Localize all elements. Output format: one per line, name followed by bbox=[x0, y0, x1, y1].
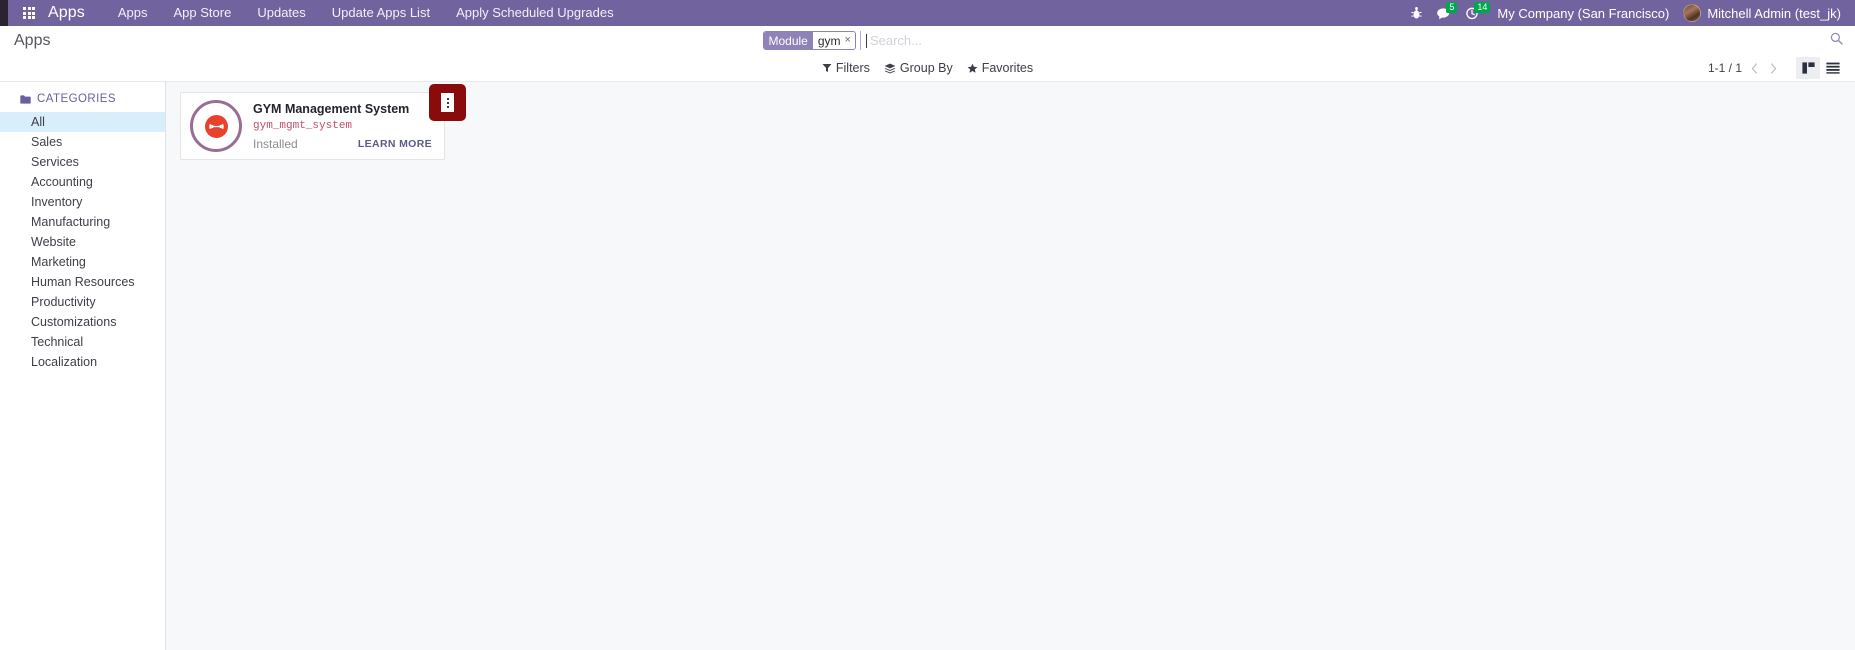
sidebar-section-label: CATEGORIES bbox=[37, 93, 117, 105]
favorites-label: Favorites bbox=[981, 61, 1034, 75]
page-title: Apps bbox=[14, 31, 51, 49]
facet-remove-icon[interactable]: × bbox=[845, 35, 851, 46]
dumbbell-app-icon bbox=[190, 100, 242, 152]
pager-previous-button[interactable] bbox=[1746, 58, 1763, 78]
search-view-container: Module gym × Search... bbox=[0, 30, 1855, 51]
filter-icon bbox=[822, 64, 832, 72]
facet-value-text: gym bbox=[817, 33, 841, 48]
menu-updates[interactable]: Updates bbox=[244, 0, 318, 26]
pager-next-button[interactable] bbox=[1765, 58, 1782, 78]
control-panel: Apps Module gym × Search... Filters Grou… bbox=[0, 26, 1855, 82]
control-panel-bottom-row: Filters Group By Favorites 1-1 / 1 bbox=[0, 55, 1855, 81]
folder-icon bbox=[20, 94, 31, 104]
sidebar: CATEGORIES All Sales Services Accounting… bbox=[0, 82, 166, 650]
page-body: CATEGORIES All Sales Services Accounting… bbox=[0, 82, 1855, 650]
sidebar-item-inventory[interactable]: Inventory bbox=[0, 192, 165, 212]
filters-label: Filters bbox=[835, 61, 870, 75]
search-facet-module[interactable]: Module gym × bbox=[762, 31, 856, 50]
sidebar-item-services[interactable]: Services bbox=[0, 152, 165, 172]
sidebar-item-accounting[interactable]: Accounting bbox=[0, 172, 165, 192]
dumbbell-icon bbox=[208, 123, 224, 129]
kanban-records: GYM Management System gym_mgmt_system In… bbox=[180, 84, 1855, 160]
kanban-view-icon bbox=[1801, 62, 1815, 74]
vertical-ellipsis-icon bbox=[441, 93, 454, 112]
sidebar-item-all[interactable]: All bbox=[0, 112, 165, 132]
activities-button[interactable]: 14 bbox=[1459, 0, 1491, 26]
sidebar-section-categories: CATEGORIES bbox=[0, 93, 165, 105]
star-icon bbox=[967, 63, 978, 73]
learn-more-link[interactable]: LEARN MORE bbox=[358, 138, 436, 150]
menu-apply-scheduled-upgrades[interactable]: Apply Scheduled Upgrades bbox=[443, 0, 627, 26]
debug-menu-button[interactable] bbox=[1403, 0, 1429, 26]
grid-icon bbox=[23, 7, 35, 19]
sidebar-item-productivity[interactable]: Productivity bbox=[0, 292, 165, 312]
search-dropdown-buttons: Filters Group By Favorites bbox=[0, 61, 1855, 75]
apps-menu-toggle[interactable] bbox=[14, 0, 44, 26]
chevron-right-icon bbox=[1770, 62, 1777, 74]
list-view-icon bbox=[1826, 62, 1840, 74]
search-toggle-button[interactable] bbox=[1830, 32, 1843, 50]
menu-update-apps-list[interactable]: Update Apps List bbox=[319, 0, 443, 26]
app-state: Installed bbox=[253, 137, 298, 151]
app-name: GYM Management System bbox=[253, 102, 410, 116]
sidebar-item-localization[interactable]: Localization bbox=[0, 352, 165, 372]
control-panel-right: 1-1 / 1 bbox=[1708, 57, 1845, 79]
sidebar-item-human-resources[interactable]: Human Resources bbox=[0, 272, 165, 292]
menu-apps[interactable]: Apps bbox=[105, 0, 161, 26]
app-icon-core bbox=[204, 114, 228, 138]
control-panel-top-row: Apps Module gym × Search... bbox=[0, 26, 1855, 55]
app-card[interactable]: GYM Management System gym_mgmt_system In… bbox=[180, 84, 466, 160]
search-input[interactable]: Search... bbox=[870, 33, 922, 48]
list-view-button[interactable] bbox=[1821, 57, 1845, 79]
user-menu[interactable]: Mitchell Admin (test_jk) bbox=[1681, 4, 1847, 22]
pager: 1-1 / 1 bbox=[1708, 58, 1782, 78]
app-card-menu-button[interactable] bbox=[429, 84, 466, 121]
messages-button[interactable]: 5 bbox=[1431, 0, 1458, 26]
group-by-label: Group By bbox=[899, 61, 953, 75]
search-input-area[interactable]: Search... bbox=[859, 31, 1093, 50]
sidebar-item-website[interactable]: Website bbox=[0, 232, 165, 252]
facet-value: gym × bbox=[812, 32, 855, 49]
top-navbar: Apps Apps App Store Updates Update Apps … bbox=[0, 0, 1855, 26]
user-menu-label: Mitchell Admin (test_jk) bbox=[1707, 5, 1841, 21]
messages-badge: 5 bbox=[1446, 2, 1458, 13]
kanban-content: GYM Management System gym_mgmt_system In… bbox=[166, 82, 1855, 650]
sidebar-item-sales[interactable]: Sales bbox=[0, 132, 165, 152]
view-switcher bbox=[1796, 57, 1845, 79]
app-info: GYM Management System gym_mgmt_system In… bbox=[245, 101, 436, 151]
activities-badge: 14 bbox=[1474, 2, 1491, 13]
app-technical-name: gym_mgmt_system bbox=[253, 120, 353, 132]
pager-value[interactable]: 1-1 / 1 bbox=[1708, 61, 1744, 75]
facet-label: Module bbox=[763, 32, 813, 49]
text-caret bbox=[865, 33, 867, 48]
favorites-button[interactable]: Favorites bbox=[967, 61, 1033, 75]
search-icon bbox=[1830, 32, 1843, 45]
avatar bbox=[1683, 4, 1702, 22]
app-icon bbox=[187, 97, 245, 155]
systray: 5 14 My Company (San Francisco) Mitchell… bbox=[1403, 0, 1855, 26]
sidebar-item-customizations[interactable]: Customizations bbox=[0, 312, 165, 332]
kanban-view-button[interactable] bbox=[1796, 57, 1820, 79]
sidebar-item-technical[interactable]: Technical bbox=[0, 332, 165, 352]
menu-app-store[interactable]: App Store bbox=[161, 0, 245, 26]
navbar-left-edge bbox=[0, 0, 8, 26]
filters-button[interactable]: Filters bbox=[822, 61, 870, 75]
brand-title[interactable]: Apps bbox=[48, 4, 85, 22]
sidebar-item-manufacturing[interactable]: Manufacturing bbox=[0, 212, 165, 232]
layers-icon bbox=[884, 63, 896, 73]
bug-icon bbox=[1411, 6, 1422, 18]
search-view[interactable]: Module gym × Search... bbox=[762, 30, 1093, 51]
chevron-left-icon bbox=[1751, 62, 1758, 74]
group-by-button[interactable]: Group By bbox=[884, 61, 953, 75]
company-switcher[interactable]: My Company (San Francisco) bbox=[1487, 6, 1679, 21]
sidebar-item-marketing[interactable]: Marketing bbox=[0, 252, 165, 272]
app-footer: Installed LEARN MORE bbox=[253, 137, 436, 151]
